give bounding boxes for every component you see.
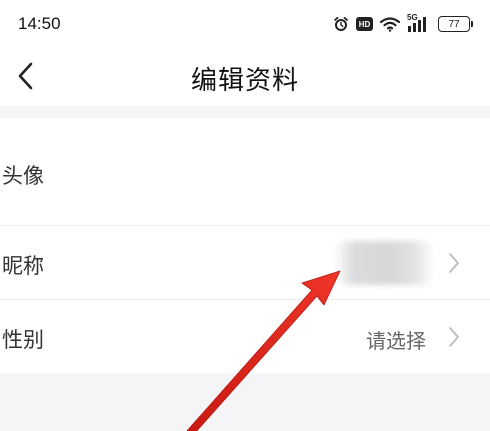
- row-label-avatar: 头像: [2, 164, 44, 188]
- page-title: 编辑资料: [190, 66, 299, 96]
- settings-row-nickname[interactable]: 昵称: [0, 226, 490, 300]
- lower-area: [0, 373, 490, 431]
- nav-bar: 编辑资料: [0, 50, 490, 106]
- chevron-right-icon: [448, 326, 460, 352]
- settings-list: 头像 昵称 性别 请选择: [0, 118, 490, 373]
- hd-icon: HD: [356, 17, 373, 31]
- battery-level: 77: [448, 18, 460, 30]
- status-time: 14:50: [18, 14, 61, 33]
- settings-row-avatar[interactable]: 头像: [0, 118, 490, 226]
- row-label-gender: 性别: [2, 328, 44, 352]
- 5g-signal-icon: 5G: [407, 13, 431, 33]
- status-bar: 14:50 HD 5G 77: [0, 0, 490, 50]
- hd-label: HD: [358, 19, 371, 29]
- chevron-right-icon: [448, 252, 460, 278]
- nickname-value-obscured: [334, 241, 434, 285]
- row-value-gender: 请选择: [366, 329, 426, 353]
- alarm-icon: [333, 16, 349, 32]
- status-icons: HD 5G 77: [333, 13, 473, 35]
- section-gap: [0, 106, 490, 118]
- wifi-icon: [380, 16, 400, 32]
- row-label-nickname: 昵称: [2, 254, 44, 278]
- battery-icon: 77: [438, 16, 473, 32]
- settings-row-gender[interactable]: 性别 请选择: [0, 300, 490, 373]
